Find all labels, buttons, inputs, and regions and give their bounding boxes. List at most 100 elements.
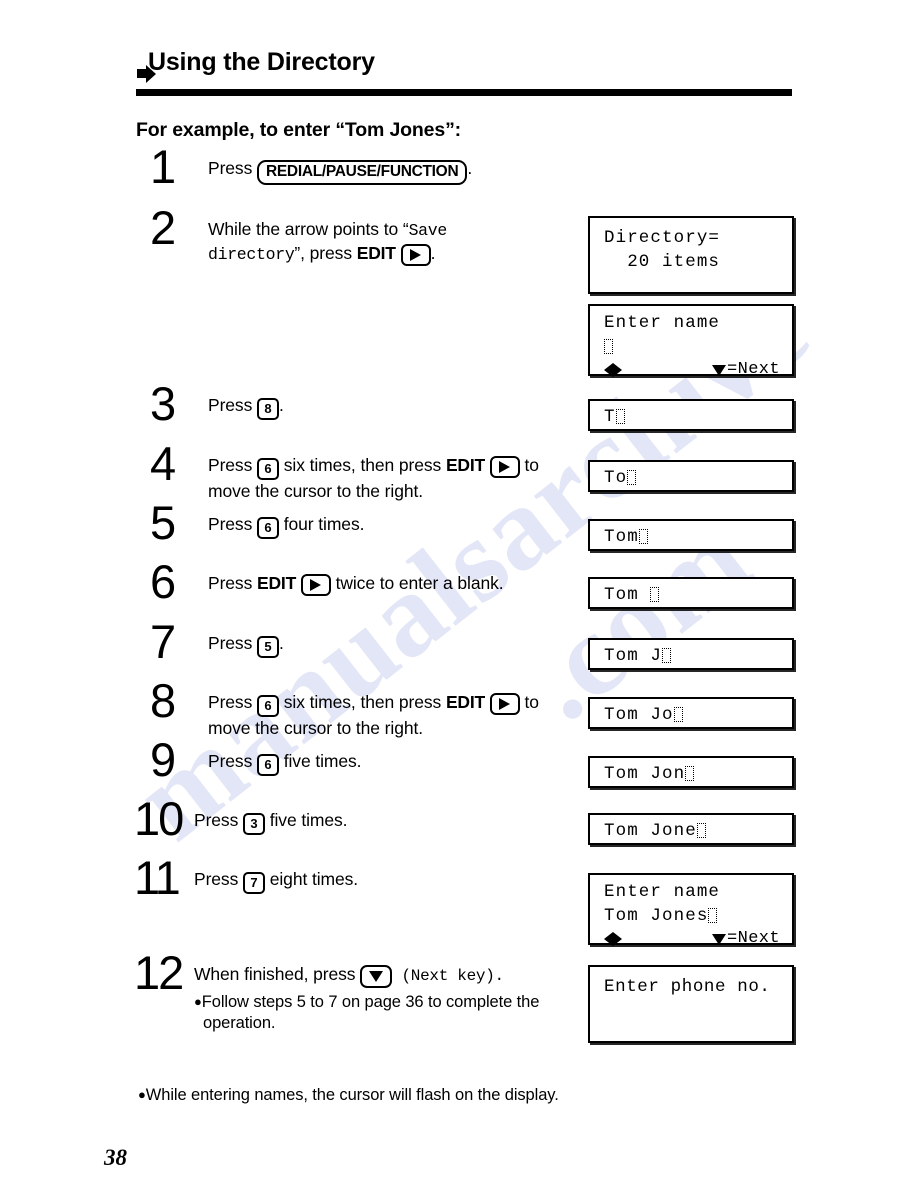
next-key-hint: =Next [711, 360, 780, 380]
numeric-key-6[interactable]: 6 [257, 457, 279, 480]
step-text: Press 6 five times. [208, 748, 362, 776]
step-text-after: eight times. [265, 869, 359, 889]
next-down-arrow-key[interactable] [360, 965, 393, 988]
numeric-key-3[interactable]: 3 [243, 812, 265, 835]
lcd-text: Tom Jo [604, 705, 674, 725]
numeric-key-5[interactable]: 5 [257, 635, 279, 658]
step-text-after: . [430, 242, 436, 263]
step-2: 2 While the arrow points to “Save direct… [150, 204, 570, 266]
lcd-line-1: To [604, 466, 792, 490]
step-text: Press 5. [208, 630, 284, 658]
left-right-arrows-icon [604, 931, 622, 946]
step-text: Press 8. [208, 392, 284, 420]
cursor-block-icon [708, 908, 718, 924]
step-text-after: four times. [279, 514, 365, 534]
step-text: Press 6 four times. [208, 511, 364, 539]
step-text-before: Press [194, 810, 243, 830]
display-enter-name-empty: Enter name =Next [588, 304, 794, 380]
lcd-line-1: Enter name [604, 313, 721, 333]
step-number: 5 [150, 496, 176, 549]
cursor-block-icon [696, 823, 706, 838]
step-number: 1 [150, 140, 176, 193]
step-text: Press REDIAL/PAUSE/FUNCTION. [208, 155, 472, 185]
display-enter-name-full: Enter name Tom Jones =Next [588, 873, 794, 948]
step-text-before: Press [194, 869, 243, 889]
step-12-sub-note: ●Follow steps 5 to 7 on page 36 to compl… [194, 992, 582, 1035]
next-key-hint: =Next [711, 929, 780, 948]
step-number: 10 [134, 792, 184, 845]
step-number: 3 [150, 377, 176, 430]
step-number: 11 [134, 851, 181, 904]
lcd-text: Tom [604, 585, 651, 605]
edit-right-arrow-key[interactable] [400, 243, 431, 266]
lcd-text: Tom [604, 527, 639, 547]
cursor-block-icon [673, 707, 683, 722]
footnote-text: While entering names, the cursor will fl… [145, 1086, 559, 1104]
redial-pause-function-key[interactable]: REDIAL/PAUSE/FUNCTION [257, 159, 468, 185]
step-text: Press EDIT twice to enter a blank. [208, 570, 504, 596]
edit-right-arrow-key[interactable] [489, 456, 520, 478]
numeric-key-8[interactable]: 8 [257, 397, 279, 420]
page-title: Using the Directory [148, 48, 375, 76]
step-text-after: (Next key). [392, 967, 504, 985]
lcd-line-1: T [604, 405, 792, 429]
manual-page: Using the Directory For example, to ente… [0, 0, 918, 1188]
step-text-before: Press [208, 692, 257, 712]
numeric-key-6[interactable]: 6 [257, 753, 279, 776]
cursor-block-icon [650, 587, 660, 602]
numeric-key-7[interactable]: 7 [243, 871, 265, 894]
step-text: Press 3 five times. [194, 807, 348, 835]
down-triangle-icon [711, 934, 726, 946]
lcd-text: Tom J [604, 646, 663, 666]
step-text-after: . [279, 395, 284, 415]
step-text: Press 7 eight times. [194, 866, 358, 894]
step-number: 2 [150, 201, 176, 254]
step-number: 6 [150, 555, 176, 608]
step-number: 7 [150, 615, 176, 668]
step-text-before: Press [208, 395, 257, 415]
numeric-key-6[interactable]: 6 [257, 516, 279, 539]
step-8: 8 Press 6 six times, then press EDIT to … [150, 677, 580, 740]
step-text-before: Press [208, 633, 257, 653]
display-tom-jon: Tom Jon [588, 756, 794, 788]
display-prompt-word-2: directory [208, 244, 295, 264]
step-text-before: Press [208, 573, 257, 593]
right-triangle-icon [499, 461, 511, 473]
step-text-mid: six times, then press [279, 692, 446, 712]
lcd-text: T [604, 407, 616, 427]
header-divider [136, 89, 792, 96]
display-prompt-word-1: Save [408, 221, 448, 240]
display-tom-blank: Tom [588, 577, 794, 609]
edit-label: EDIT [356, 242, 396, 263]
display-directory-count: Directory= 20 items [588, 216, 794, 294]
step-3: 3 Press 8. [150, 380, 570, 427]
lcd-line-1: Tom Jone [604, 819, 792, 843]
step-11: 11 Press 7 eight times. [134, 854, 572, 901]
numeric-key-6[interactable]: 6 [257, 694, 279, 717]
lcd-line-1: Enter phone no. [604, 977, 771, 997]
next-hint-label: =Next [726, 360, 780, 380]
lcd-line-1: Directory= [604, 228, 721, 248]
display-enter-phone: Enter phone no. [588, 965, 794, 1043]
right-triangle-icon [613, 931, 622, 946]
lcd-text: Tom Jon [604, 764, 686, 784]
display-to: To [588, 460, 794, 492]
edit-right-arrow-key[interactable] [300, 574, 331, 596]
lcd-line-1: Enter name [604, 882, 721, 902]
right-triangle-icon [499, 698, 511, 710]
lcd-line-1: Tom J [604, 644, 792, 668]
step-4: 4 Press 6 six times, then press EDIT to … [150, 440, 580, 503]
lcd-text: Tom Jones [604, 906, 709, 927]
cursor-block-icon [685, 766, 695, 781]
bullet-icon: ● [194, 994, 202, 1009]
step-text: Press 6 six times, then press EDIT to mo… [208, 452, 580, 503]
cursor-block-icon [662, 648, 672, 663]
display-tom: Tom [588, 519, 794, 551]
edit-right-arrow-key[interactable] [489, 693, 520, 715]
step-text-after: five times. [279, 751, 362, 771]
example-heading: For example, to enter “Tom Jones”: [136, 119, 462, 141]
step-12-main-line: When finished, press (Next key). [194, 963, 582, 988]
lcd-line-2: 20 items [604, 252, 721, 273]
down-triangle-icon [711, 365, 726, 377]
step-text-mid: six times, then press [279, 455, 446, 475]
